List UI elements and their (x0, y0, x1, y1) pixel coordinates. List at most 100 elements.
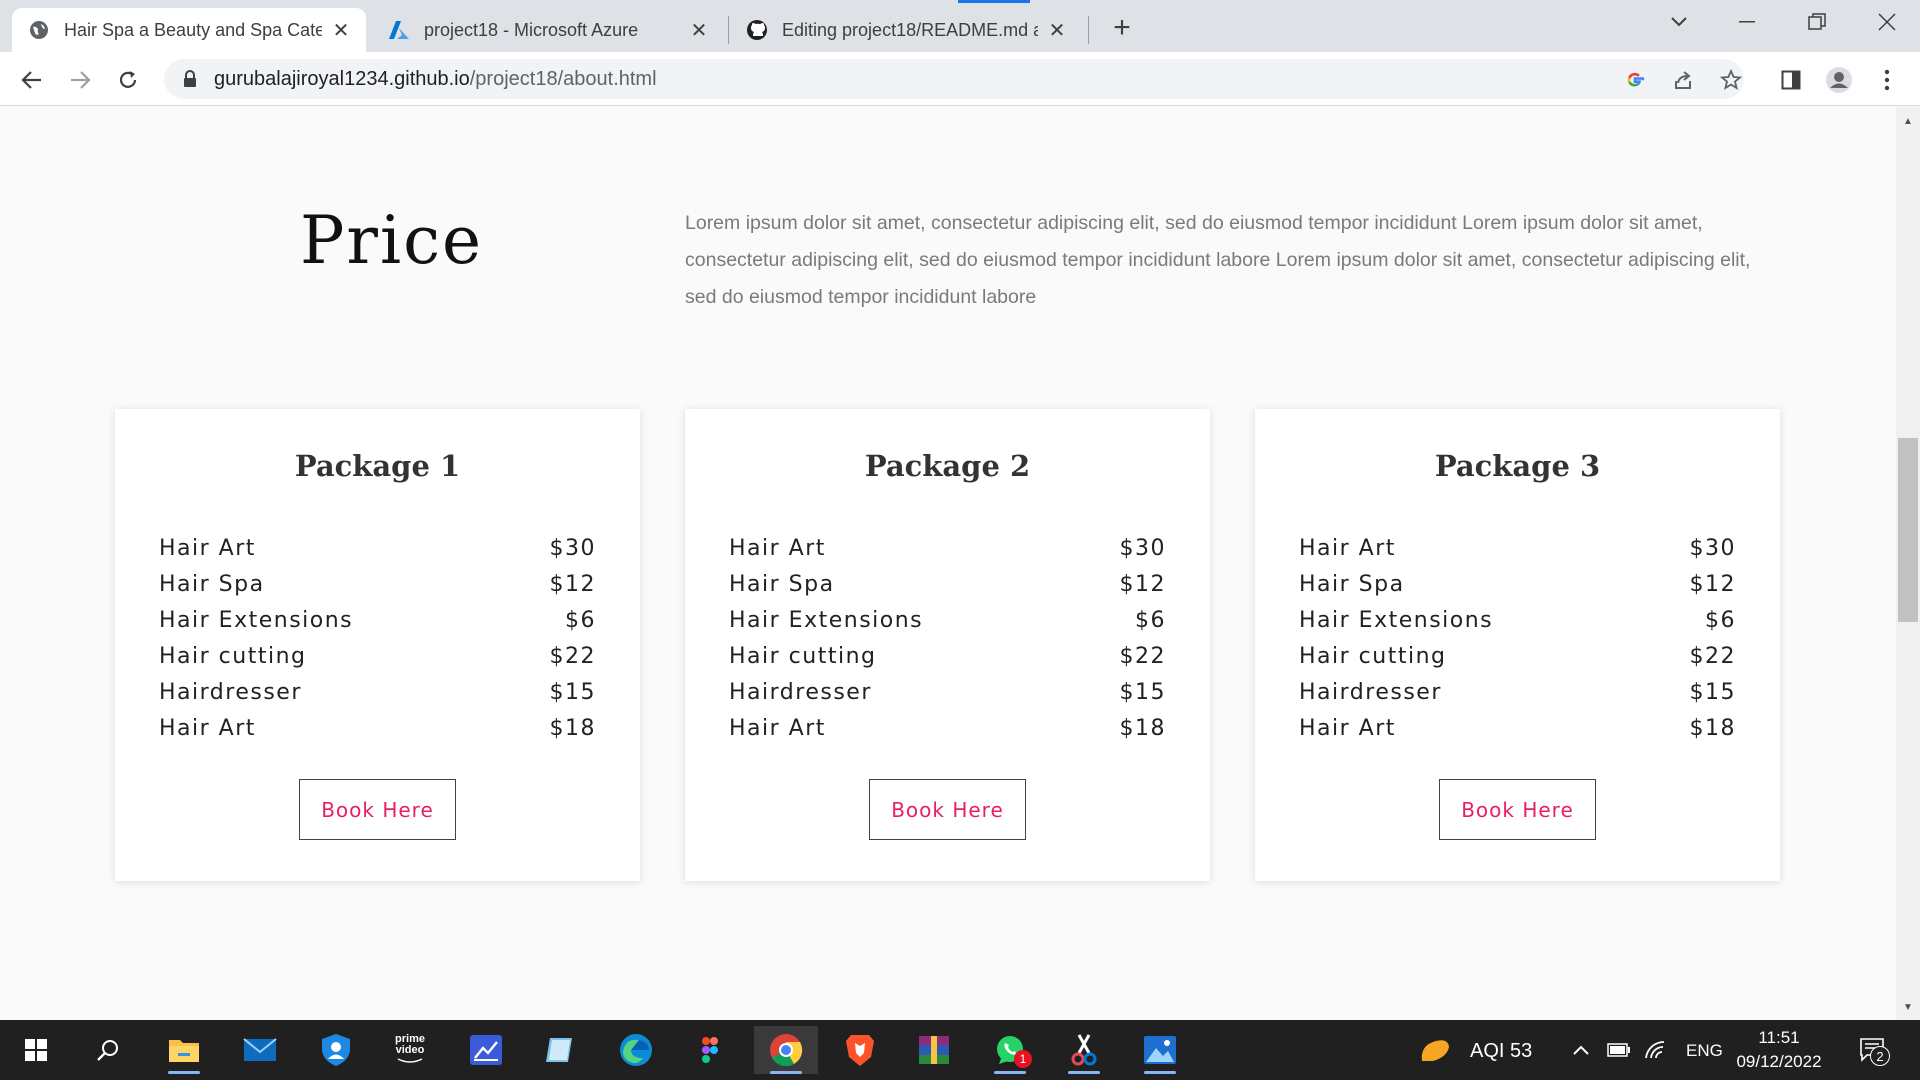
tab-separator (728, 16, 729, 44)
share-icon[interactable] (1668, 65, 1698, 95)
service-name: Hair cutting (1299, 643, 1447, 669)
price-row: Hair Art $30 (1299, 530, 1736, 566)
service-name: Hairdresser (159, 679, 302, 705)
aqi-text[interactable]: AQI 53 (1470, 1040, 1532, 1063)
service-price: $22 (1689, 643, 1736, 669)
service-price: $15 (1119, 679, 1166, 705)
tab-github[interactable]: Editing project18/README.md at ✕ (730, 8, 1082, 52)
scroll-up-arrow-icon[interactable]: ▲ (1896, 110, 1920, 132)
google-icon[interactable] (1620, 65, 1650, 95)
service-name: Hair Art (729, 715, 826, 741)
edge-browser-icon[interactable] (610, 1026, 662, 1074)
service-price: $12 (1119, 571, 1166, 597)
running-indicator (994, 1071, 1026, 1074)
service-price: $12 (1689, 571, 1736, 597)
service-name: Hair Spa (1299, 571, 1405, 597)
language-indicator[interactable]: ENG (1686, 1041, 1723, 1061)
profile-avatar-icon[interactable] (1824, 65, 1854, 95)
price-row: Hairdresser $15 (159, 674, 596, 710)
brave-browser-icon[interactable] (834, 1026, 886, 1074)
file-explorer-icon[interactable] (158, 1026, 210, 1074)
book-here-button[interactable]: Book Here (1439, 779, 1596, 840)
package-items: Hair Art $30 Hair Spa $12 Hair Extensions $… (729, 530, 1166, 746)
tab-separator (1088, 16, 1089, 44)
service-price: $6 (1705, 607, 1736, 633)
battery-icon[interactable] (1604, 1026, 1634, 1074)
weather-icon[interactable] (1414, 1026, 1454, 1074)
new-tab-button[interactable]: + (1106, 11, 1138, 44)
figma-icon[interactable] (684, 1026, 736, 1074)
azure-icon (388, 19, 410, 41)
price-row: Hair Art $30 (159, 530, 596, 566)
running-indicator (168, 1071, 200, 1074)
search-icon[interactable] (82, 1026, 134, 1074)
book-here-button[interactable]: Book Here (869, 779, 1026, 840)
scroll-down-arrow-icon[interactable]: ▼ (1896, 996, 1920, 1018)
action-center-icon[interactable]: 2 (1848, 1026, 1898, 1074)
service-name: Hair Extensions (1299, 607, 1494, 633)
service-name: Hairdresser (729, 679, 872, 705)
wifi-icon[interactable] (1640, 1026, 1670, 1074)
service-price: $22 (1119, 643, 1166, 669)
url-host: gurubalajiroyal1234.github.io (214, 67, 470, 90)
windows-start-icon[interactable] (10, 1026, 62, 1074)
close-tab-icon[interactable]: ✕ (1046, 19, 1068, 42)
package-card-2: Package 2 Hair Art $30 Hair Spa $12 Hair E… (685, 409, 1210, 881)
url-path: /project18/about.html (469, 67, 657, 90)
service-price: $15 (1689, 679, 1736, 705)
prime-video-icon[interactable]: prime video (384, 1026, 436, 1074)
minimize-icon[interactable] (1720, 0, 1774, 44)
close-tab-icon[interactable]: ✕ (330, 19, 352, 42)
whiteboard-icon[interactable] (460, 1026, 512, 1074)
winrar-icon[interactable] (908, 1026, 960, 1074)
photos-icon[interactable] (1134, 1026, 1186, 1074)
mail-icon[interactable] (234, 1026, 286, 1074)
whatsapp-icon[interactable]: 1 (984, 1026, 1036, 1074)
service-name: Hair Art (1299, 535, 1396, 561)
vpn-shield-icon[interactable] (310, 1026, 362, 1074)
clock[interactable]: 11:51 09/12/2022 (1734, 1026, 1824, 1074)
back-arrow-icon[interactable] (14, 62, 50, 98)
price-row: Hair Extensions $6 (159, 602, 596, 638)
reload-icon[interactable] (110, 62, 146, 98)
address-bar[interactable]: gurubalajiroyal1234.github.io/project18/… (164, 59, 1744, 99)
service-name: Hair Spa (159, 571, 265, 597)
side-panel-icon[interactable] (1776, 65, 1806, 95)
show-hidden-icons-chevron-icon[interactable] (1566, 1026, 1596, 1074)
clock-date: 09/12/2022 (1736, 1052, 1822, 1071)
tab-search-icon[interactable] (1652, 0, 1706, 44)
price-row: Hair cutting $22 (159, 638, 596, 674)
chrome-icon[interactable] (754, 1026, 818, 1074)
price-row: Hairdresser $15 (1299, 674, 1736, 710)
book-here-button[interactable]: Book Here (299, 779, 456, 840)
snipping-tool-icon[interactable] (1058, 1026, 1110, 1074)
close-tab-icon[interactable]: ✕ (688, 19, 710, 42)
lock-icon[interactable] (180, 69, 200, 89)
close-window-icon[interactable] (1860, 0, 1914, 44)
service-price: $30 (549, 535, 596, 561)
price-row: Hair Spa $12 (159, 566, 596, 602)
service-name: Hairdresser (1299, 679, 1442, 705)
package-title: Package 2 (864, 449, 1031, 483)
price-row: Hair Extensions $6 (1299, 602, 1736, 638)
service-price: $30 (1689, 535, 1736, 561)
forward-arrow-icon[interactable] (62, 62, 98, 98)
price-row: Hair Spa $12 (729, 566, 1166, 602)
service-price: $18 (1689, 715, 1736, 741)
tab-hair-spa[interactable]: Hair Spa a Beauty and Spa Categ ✕ (12, 8, 366, 52)
menu-kebab-icon[interactable] (1872, 65, 1902, 95)
scrollbar-thumb[interactable] (1898, 438, 1918, 622)
bookmark-star-icon[interactable] (1716, 65, 1746, 95)
price-heading: Price (300, 202, 484, 279)
service-price: $18 (549, 715, 596, 741)
restore-icon[interactable] (1790, 0, 1844, 44)
service-price: $6 (1135, 607, 1166, 633)
price-row: Hair Art $30 (729, 530, 1166, 566)
service-name: Hair Art (1299, 715, 1396, 741)
notepad-icon[interactable] (534, 1026, 586, 1074)
tab-indicator (958, 0, 1030, 3)
running-indicator (770, 1071, 802, 1074)
tab-azure[interactable]: project18 - Microsoft Azure ✕ (372, 8, 724, 52)
package-items: Hair Art $30 Hair Spa $12 Hair Extensions $… (159, 530, 596, 746)
notification-badge: 1 (1014, 1050, 1032, 1068)
